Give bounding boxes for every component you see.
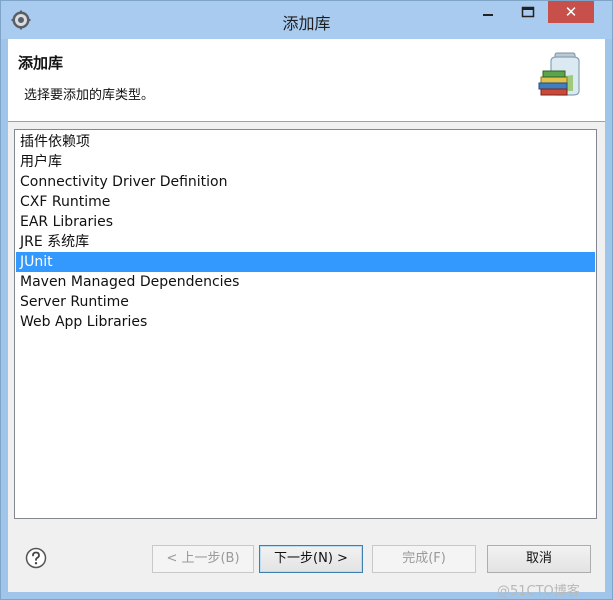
maximize-icon (521, 6, 535, 18)
list-item-jre-system-library[interactable]: JRE 系统库 (16, 232, 595, 252)
help-icon[interactable] (25, 547, 47, 569)
maximize-button[interactable] (514, 1, 542, 23)
add-library-dialog: 添加库 ✕ 添加库 选择要添加的库类型。 插件依赖项 用户库 Connectiv… (0, 0, 613, 600)
close-icon: ✕ (564, 3, 578, 21)
finish-button[interactable]: 完成(F) (372, 545, 476, 573)
cancel-button[interactable]: 取消 (487, 545, 591, 573)
list-item-plugin-dependencies[interactable]: 插件依赖项 (16, 132, 595, 152)
page-title: 添加库 (18, 54, 64, 72)
list-item-ear-libraries[interactable]: EAR Libraries (16, 212, 595, 232)
list-item-web-app-libraries[interactable]: Web App Libraries (16, 312, 595, 332)
close-button[interactable]: ✕ (548, 1, 594, 23)
library-books-jar-icon (538, 52, 580, 96)
back-button[interactable]: < 上一步(B) (152, 545, 254, 573)
title-bar[interactable]: 添加库 ✕ (1, 1, 612, 39)
list-item-server-runtime[interactable]: Server Runtime (16, 292, 595, 312)
dialog-body: 插件依赖项 用户库 Connectivity Driver Definition… (8, 122, 605, 592)
library-type-list[interactable]: 插件依赖项 用户库 Connectivity Driver Definition… (14, 129, 597, 519)
minimize-button[interactable] (474, 1, 502, 23)
watermark: @51CTO博客 (497, 584, 580, 599)
list-item-maven-dependencies[interactable]: Maven Managed Dependencies (16, 272, 595, 292)
dialog-content: 添加库 选择要添加的库类型。 插件依赖项 用户库 Connectivity Dr… (8, 39, 605, 592)
list-item-junit[interactable]: JUnit (16, 252, 595, 272)
list-item-user-library[interactable]: 用户库 (16, 152, 595, 172)
dialog-header: 添加库 选择要添加的库类型。 (8, 39, 605, 122)
minimize-icon (483, 14, 493, 16)
next-button[interactable]: 下一步(N) > (259, 545, 363, 573)
page-description: 选择要添加的库类型。 (24, 88, 155, 103)
list-item-connectivity-driver[interactable]: Connectivity Driver Definition (16, 172, 595, 192)
list-item-cxf-runtime[interactable]: CXF Runtime (16, 192, 595, 212)
